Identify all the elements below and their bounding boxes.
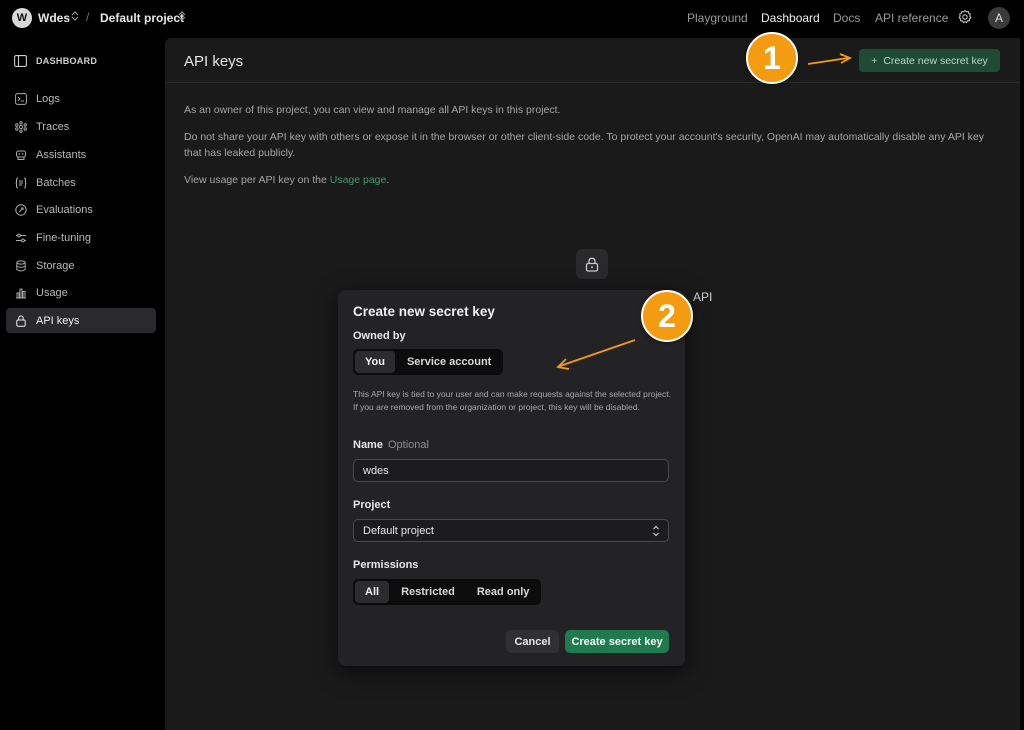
page-title: API keys [184, 53, 244, 70]
owned-by-toggle: You Service account [353, 349, 504, 375]
sidebar-toggle-icon[interactable] [14, 55, 27, 67]
project-select[interactable]: Default project [353, 519, 669, 542]
sliders-icon [16, 233, 26, 242]
workspace-switcher-icon[interactable] [71, 11, 79, 22]
batches-icon [15, 177, 27, 188]
owned-by-you-option[interactable]: You [355, 351, 395, 373]
dialog-title: Create new secret key [353, 304, 495, 319]
name-input-value: wdes [363, 464, 389, 477]
plus-icon: + [871, 54, 878, 67]
workspace-avatar[interactable]: W [12, 8, 32, 28]
owned-by-service-account-option[interactable]: Service account [397, 351, 501, 373]
owned-by-label: Owned by [353, 330, 406, 342]
sidebar-item-label: API keys [36, 314, 80, 327]
sidebar-item-label: Fine-tuning [36, 231, 92, 244]
owned-by-help-text: This API key is tied to your user and ca… [353, 389, 671, 412]
empty-state-lock-icon [576, 249, 608, 279]
cancel-button[interactable]: Cancel [506, 630, 559, 653]
sidebar-item-traces[interactable]: Traces [6, 114, 156, 139]
sidebar-item-fine-tuning[interactable]: Fine-tuning [6, 225, 156, 250]
chevron-up-down-icon [653, 525, 659, 537]
create-new-secret-key-label: Create new secret key [883, 54, 988, 67]
bar-chart-icon [16, 288, 26, 298]
sidebar-item-label: Assistants [36, 148, 87, 161]
sidebar-header: DASHBOARD [14, 55, 97, 67]
name-label-text: Name [353, 439, 383, 451]
permissions-label: Permissions [353, 559, 419, 571]
nav-api-reference[interactable]: API reference [875, 11, 948, 25]
assistant-icon [16, 150, 26, 160]
project-select-value: Default project [363, 524, 434, 537]
sidebar-item-label: Traces [36, 120, 70, 133]
permissions-restricted-option[interactable]: Restricted [391, 581, 465, 603]
security-warning-text: Do not share your API key with others or… [184, 131, 985, 159]
name-input[interactable]: wdes [353, 459, 669, 482]
permissions-all-option[interactable]: All [355, 581, 390, 603]
create-secret-key-button[interactable]: Create secret key [565, 630, 669, 653]
usage-info-suffix: . [386, 174, 390, 186]
empty-state-title-partial: API [693, 290, 713, 304]
sidebar-item-label: Logs [36, 92, 60, 105]
name-label: Name Optional [353, 439, 429, 451]
usage-info-prefix: View usage per API key on the [184, 174, 330, 186]
step-badge-1: 1 [746, 32, 798, 84]
create-new-secret-key-button[interactable]: + Create new secret key [859, 49, 1000, 72]
nav-playground[interactable]: Playground [687, 11, 748, 25]
sidebar-item-usage[interactable]: Usage [6, 280, 156, 305]
sidebar-item-label: Batches [36, 176, 76, 189]
name-optional-hint: Optional [387, 439, 429, 451]
project-label: Project [353, 499, 391, 511]
owner-info-text: As an owner of this project, you can vie… [184, 104, 561, 116]
user-avatar[interactable]: A [988, 7, 1010, 29]
database-icon [16, 259, 26, 271]
create-secret-key-dialog: Create new secret key Owned by You Servi… [338, 290, 685, 666]
sidebar-item-evaluations[interactable]: Evaluations [6, 197, 156, 222]
sidebar-item-assistants[interactable]: Assistants [6, 142, 156, 167]
traces-icon [15, 120, 27, 133]
terminal-icon [15, 92, 27, 105]
usage-page-link[interactable]: Usage page [330, 174, 387, 186]
sidebar-item-storage[interactable]: Storage [6, 253, 156, 278]
sidebar-item-label: Evaluations [36, 203, 93, 216]
sidebar-item-api-keys[interactable]: API keys [6, 308, 156, 333]
workspace-name[interactable]: Wdes [38, 11, 70, 25]
settings-gear-icon[interactable] [957, 9, 973, 25]
sidebar-item-label: Storage [36, 259, 75, 272]
top-bar: W Wdes / Default project Playground Dash… [0, 0, 1024, 36]
project-name[interactable]: Default project [100, 11, 184, 25]
sidebar-item-label: Usage [36, 286, 68, 299]
lock-icon [16, 314, 26, 327]
nav-dashboard[interactable]: Dashboard [761, 11, 820, 25]
project-switcher-icon[interactable] [178, 11, 186, 22]
nav-docs[interactable]: Docs [833, 11, 860, 25]
sidebar-section-title: DASHBOARD [36, 56, 98, 66]
step-badge-2: 2 [641, 290, 693, 342]
evaluations-icon [15, 203, 27, 216]
breadcrumb-separator: / [86, 10, 90, 24]
permissions-toggle: All Restricted Read only [353, 579, 542, 605]
page-header: API keys + Create new secret key [165, 38, 1020, 83]
usage-info-text: View usage per API key on the Usage page… [184, 172, 994, 188]
permissions-read-only-option[interactable]: Read only [467, 581, 540, 603]
sidebar-item-batches[interactable]: Batches [6, 170, 156, 195]
sidebar-item-logs[interactable]: Logs [6, 86, 156, 111]
